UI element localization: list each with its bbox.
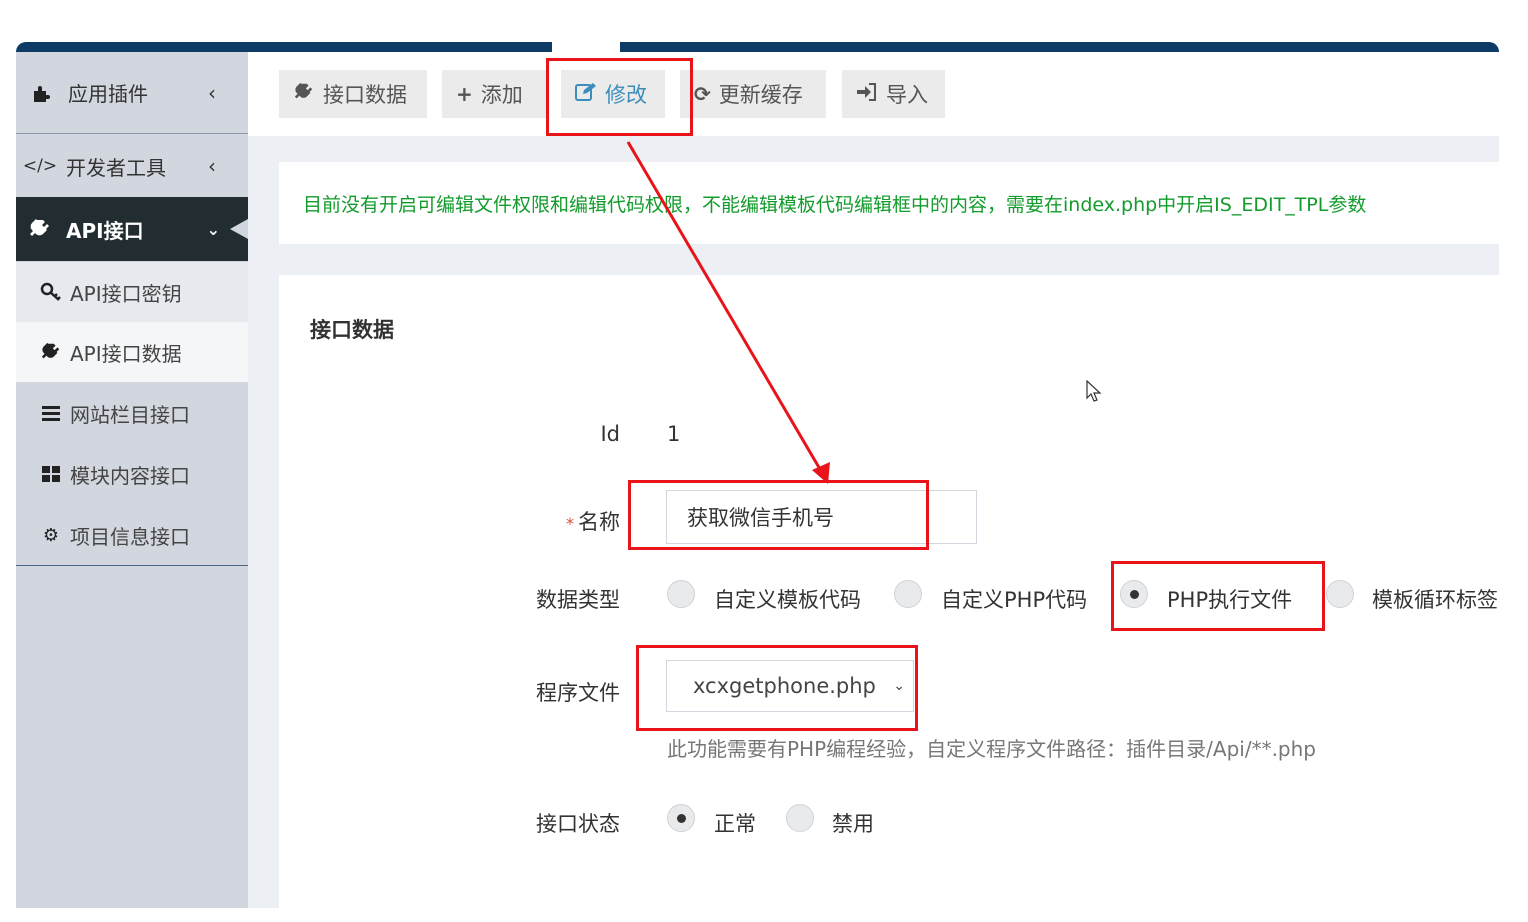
annotation-arrow [626,141,830,484]
mouse-cursor-icon [1086,379,1102,407]
